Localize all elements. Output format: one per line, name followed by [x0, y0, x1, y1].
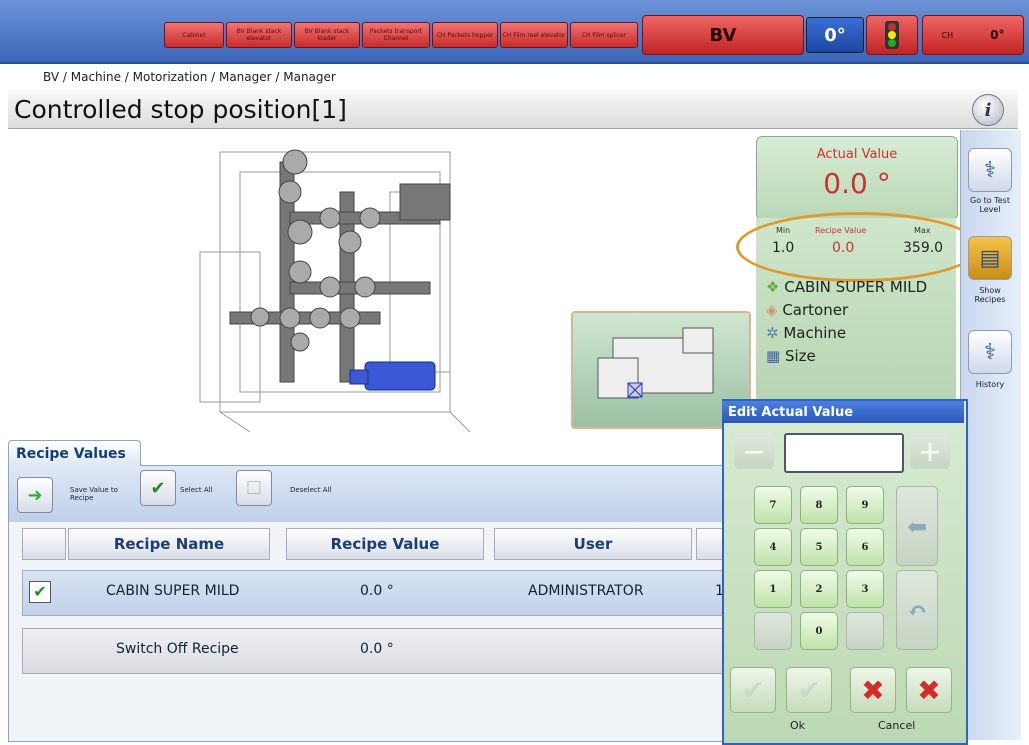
context-label: Size — [784, 347, 816, 365]
topbar-button-cabinet[interactable]: Cabinet — [164, 22, 224, 48]
history-button[interactable]: ⚕ History — [966, 330, 1014, 389]
key-7[interactable]: 7 — [754, 486, 792, 524]
gear-icon: ✲ — [766, 324, 779, 342]
topbar-button-film-reel-elevator[interactable]: CH Film reel elevator — [500, 22, 568, 48]
context-label: Machine — [783, 324, 847, 342]
stethoscope-icon: ⚕ — [968, 148, 1012, 192]
table-header-extra — [696, 528, 724, 560]
key-2[interactable]: 2 — [800, 570, 838, 608]
dialog-title: Edit Actual Value — [722, 401, 964, 423]
side-toolbar — [960, 130, 1021, 740]
machine-drawing — [199, 149, 471, 432]
key-4[interactable]: 4 — [754, 528, 792, 566]
select-all-label: Select All — [180, 486, 213, 494]
ok-icon[interactable]: ✔ — [786, 667, 832, 713]
page-title: Controlled stop position[1] — [14, 95, 347, 124]
save-to-recipe-label: Save Value to Recipe — [70, 486, 118, 502]
key-9[interactable]: 9 — [846, 486, 884, 524]
topbar-button-blank-stack-elevator[interactable]: BV Blank stack elevator — [226, 22, 292, 48]
save-to-recipe-icon[interactable]: ➜ — [17, 477, 53, 513]
cancel-next-icon[interactable]: ✖ — [850, 667, 896, 713]
key-blank-left — [754, 612, 792, 650]
plus-icon[interactable]: + — [910, 433, 950, 469]
row-recipe-value: 0.0 ° — [360, 583, 394, 599]
key-8[interactable]: 8 — [800, 486, 838, 524]
minus-icon[interactable]: − — [734, 433, 774, 469]
ok-label: Ok — [790, 719, 806, 732]
machine-status-button[interactable]: BV — [642, 15, 804, 55]
deselect-all-icon[interactable]: ☐ — [236, 470, 272, 506]
row-recipe-value: 0.0 ° — [360, 641, 394, 657]
ch-label: CH — [941, 30, 954, 40]
cancel-icon[interactable]: ✖ — [906, 667, 952, 713]
deselect-all-label: Deselect All — [290, 486, 332, 494]
topbar-button-packets-hopper[interactable]: CH Packets hopper — [432, 22, 498, 48]
topbar-button-packets-transport[interactable]: Packets transport Channel — [362, 22, 430, 48]
tab-recipe-values[interactable]: Recipe Values — [8, 440, 141, 466]
context-list: ❖ CABIN SUPER MILD ◈ Cartoner ✲ Machine … — [766, 276, 956, 368]
ch-status-button[interactable]: CH 0° — [922, 15, 1024, 55]
key-0[interactable]: 0 — [800, 612, 838, 650]
confirm-next-icon[interactable]: ✔ — [730, 667, 776, 713]
cancel-label: Cancel — [878, 719, 916, 732]
row-user: ADMINISTRATOR — [528, 583, 644, 599]
info-icon[interactable]: i — [972, 94, 1004, 126]
actual-value-title: Actual Value — [816, 147, 898, 162]
go-to-test-level-button[interactable]: ⚕ Go to Test Level — [966, 148, 1014, 214]
recipe-icon: ❖ — [766, 278, 780, 296]
table-header-recipe-value[interactable]: Recipe Value — [286, 528, 484, 560]
side-button-label: Go to Test Level — [970, 196, 1010, 214]
side-button-label: History — [975, 380, 1005, 389]
key-6[interactable]: 6 — [846, 528, 884, 566]
highlight-oval — [736, 212, 980, 282]
select-all-icon[interactable]: ✔ — [140, 470, 176, 506]
context-label: CABIN SUPER MILD — [784, 278, 928, 296]
context-label: Cartoner — [782, 301, 849, 319]
table-header-recipe-name[interactable]: Recipe Name — [68, 528, 270, 560]
topbar-button-film-splicer[interactable]: CH Film splicer — [570, 22, 638, 48]
history-stethoscope-icon: ⚕ — [968, 330, 1012, 374]
value-input[interactable] — [784, 433, 904, 473]
key-5[interactable]: 5 — [800, 528, 838, 566]
key-3[interactable]: 3 — [846, 570, 884, 608]
key-1[interactable]: 1 — [754, 570, 792, 608]
traffic-light-icon[interactable] — [866, 15, 918, 55]
context-item-size: ▦ Size — [766, 345, 956, 368]
row-recipe-name: CABIN SUPER MILD — [106, 583, 240, 599]
key-blank-right — [846, 612, 884, 650]
size-icon: ▦ — [766, 347, 781, 365]
undo-icon[interactable]: ↶ — [896, 570, 938, 650]
context-item-machine: ✲ Machine — [766, 322, 956, 345]
carton-icon: ◈ — [766, 301, 778, 319]
ch-value: 0° — [990, 28, 1005, 42]
breadcrumb: BV / Machine / Motorization / Manager / … — [43, 70, 336, 84]
side-button-label: Show Recipes — [974, 286, 1006, 304]
context-item-cartoner: ◈ Cartoner — [766, 299, 956, 322]
show-recipes-button[interactable]: ▤ Show Recipes — [966, 236, 1014, 304]
counter-display: 0° — [806, 17, 864, 53]
recipe-book-icon: ▤ — [968, 236, 1012, 280]
row-checkbox[interactable]: ✔ — [29, 581, 51, 603]
actual-value-box: Actual Value 0.0 ° — [756, 136, 958, 220]
row-recipe-name: Switch Off Recipe — [116, 641, 239, 657]
table-header-checkbox — [22, 528, 66, 560]
backspace-icon[interactable]: ⬅ — [896, 486, 938, 566]
topbar-button-blank-stack-loader[interactable]: BV Blank stack loader — [294, 22, 360, 48]
table-header-user[interactable]: User — [494, 528, 692, 560]
actual-value: 0.0 ° — [823, 167, 891, 200]
context-item-recipe: ❖ CABIN SUPER MILD — [766, 276, 956, 299]
